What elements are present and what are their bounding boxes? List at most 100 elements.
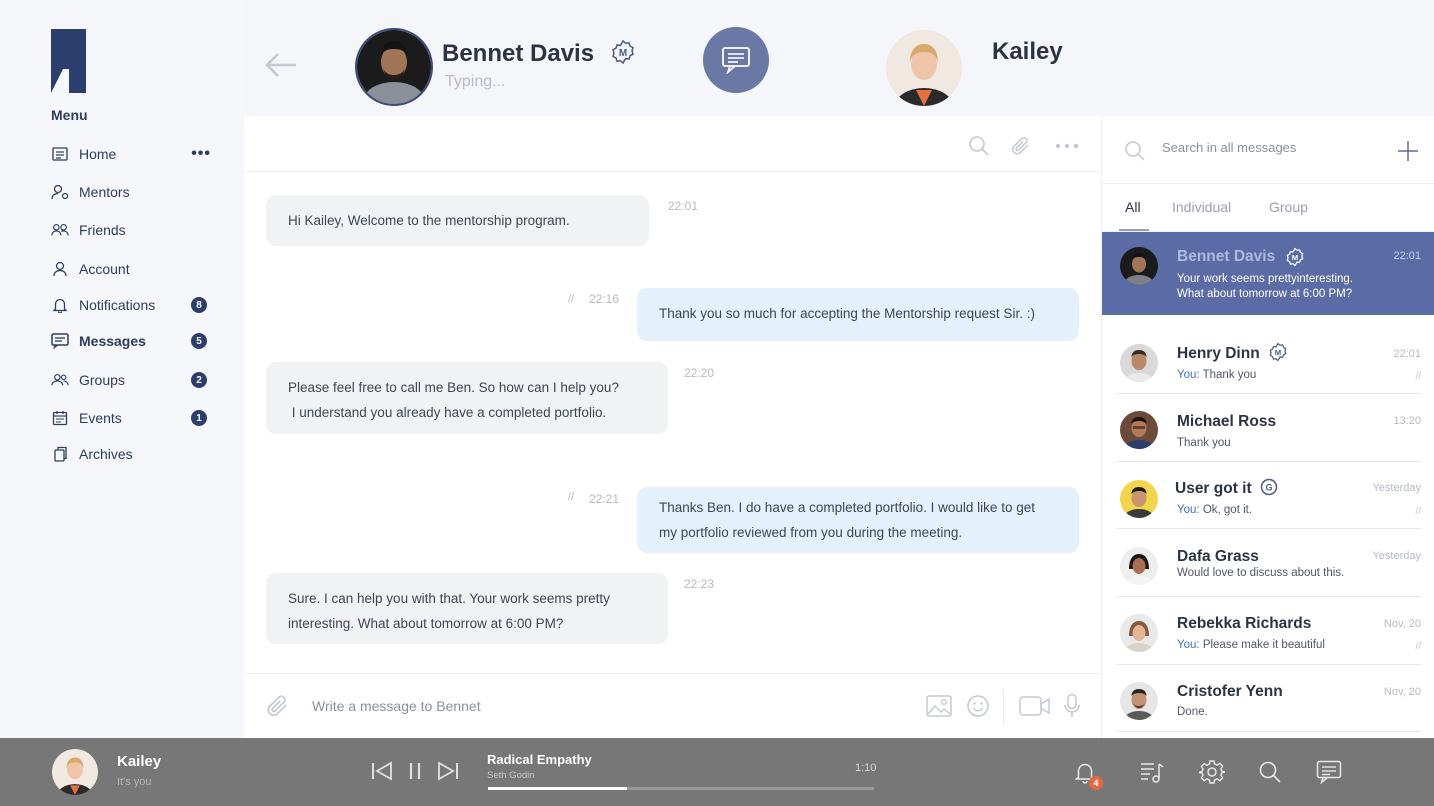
conversation-preview: You: Please make it beautiful [1177,639,1325,651]
my-name: Kailey [992,38,1063,65]
conversation-name: Cristofer Yenn [1177,683,1283,700]
back-arrow-icon[interactable] [264,50,298,80]
sidebar-item-groups[interactable]: Groups 2 [51,366,211,394]
preview-text: Thank you [1202,369,1257,381]
chat-header: Bennet Davis M Typing... Kailey [244,0,1434,116]
avatar [1120,411,1158,449]
you-prefix: You: [1177,639,1200,651]
sidebar-item-messages[interactable]: Messages 5 [51,327,211,355]
tab-group[interactable]: Group [1269,199,1308,215]
image-icon[interactable] [925,692,953,720]
user-avatar[interactable] [52,749,98,795]
pause-icon[interactable] [403,759,427,783]
sidebar-item-label: Messages [79,333,146,349]
search-input[interactable] [1162,140,1362,155]
groups-icon [51,371,69,389]
conversation-preview-line: Your work seems prettyinteresting. [1177,273,1353,285]
message-bubble-incoming[interactable]: Sure. I can help you with that. Your wor… [266,573,668,644]
compose-divider [1003,690,1004,724]
track-elapsed: 1:10 [855,762,877,774]
you-prefix: You: [1177,504,1200,516]
conversation-item[interactable]: Cristofer Yenn Nov, 20 Done. [1102,665,1434,733]
tab-indicator [1119,229,1149,231]
conversation-preview: Would love to discuss about this. [1177,567,1345,579]
app-logo[interactable] [51,29,86,93]
conversation-item[interactable]: Bennet Davis M 22:01 Your work seems pre… [1102,232,1434,315]
settings-gear-icon[interactable] [1198,758,1226,786]
chat-toggle-button[interactable] [703,27,769,93]
attachment-icon[interactable] [264,692,292,720]
conversation-time: 22:01 [1393,250,1421,262]
next-track-icon[interactable] [436,759,460,783]
track-progress-bar[interactable] [488,787,874,790]
tab-all[interactable]: All [1125,199,1141,215]
account-icon [51,260,69,278]
notification-count-badge: 4 [1089,776,1103,790]
avatar [1120,247,1158,285]
you-prefix: You: [1177,369,1200,381]
avatar [1120,344,1158,382]
read-check-icon: // [1415,371,1421,382]
messages-icon [51,332,69,350]
avatar [1120,614,1158,652]
conversation-time: Yesterday [1372,550,1421,562]
notifications-button[interactable]: 4 [1071,758,1103,790]
search-icon[interactable] [1124,140,1146,162]
search-icon[interactable] [967,134,991,158]
sidebar-item-archives[interactable]: Archives [51,440,211,468]
sidebar-item-events[interactable]: Events 1 [51,404,211,432]
sidebar-item-mentors[interactable]: Mentors [51,178,211,206]
player-user-name: Kailey [117,753,162,770]
sidebar-item-label: Events [79,410,122,426]
previous-track-icon[interactable] [370,759,394,783]
more-icon[interactable]: ••• [191,145,211,163]
message-bubble-incoming[interactable]: Please feel free to call me Ben. So how … [266,362,668,434]
microphone-icon[interactable] [1058,692,1086,720]
message-bubble-outgoing[interactable]: Thanks Ben. I do have a completed portfo… [637,487,1079,553]
message-text-line: I understand you already have a complete… [288,405,607,420]
message-bubble-outgoing[interactable]: Thank you so much for accepting the Ment… [637,288,1079,341]
sidebar-item-label: Archives [79,446,133,462]
conversation-name: Bennet Davis [1177,248,1276,265]
read-check-icon: // [1415,506,1421,517]
playlist-icon[interactable] [1138,758,1166,786]
message-input[interactable] [312,694,872,718]
contact-name: Bennet Davis [442,40,595,67]
player-user-subtitle: It's you [117,776,152,788]
attachment-icon[interactable] [1009,134,1033,158]
my-avatar[interactable] [886,30,962,106]
conversation-time: 22:01 [1393,348,1421,360]
svg-text:M: M [1292,253,1298,262]
sidebar-item-notifications[interactable]: Notifications 8 [51,291,211,319]
conversation-item[interactable]: Rebekka Richards Nov, 20 You: Please mak… [1102,597,1434,665]
track-progress-fill [488,787,627,790]
conversation-item[interactable]: User got it G Yesterday You: Ok, got it.… [1102,462,1434,529]
friends-icon [51,221,69,239]
conversation-name: Dafa Grass [1177,548,1259,565]
emoji-icon[interactable] [964,692,992,720]
sidebar-item-home[interactable]: Home ••• [51,140,211,168]
typing-status: Typing... [445,73,506,90]
sidebar-item-account[interactable]: Account [51,255,211,283]
conversation-item[interactable]: Michael Ross 13:20 Thank you [1102,394,1434,462]
calendar-icon [51,409,69,427]
conversation-item[interactable]: Henry Dinn M 22:01 You: Thank you // [1102,331,1434,394]
chat-icon[interactable] [1315,758,1343,786]
conversations-panel: All Individual Group Bennet Davis M 22:0… [1101,116,1434,738]
mentor-badge-icon: M [1269,342,1287,362]
contact-avatar[interactable] [355,28,433,106]
sidebar-item-friends[interactable]: Friends [51,216,211,244]
more-options-icon[interactable] [1055,134,1079,158]
add-icon[interactable] [1397,140,1419,162]
conversation-time: 13:20 [1393,415,1421,427]
tab-individual[interactable]: Individual [1172,199,1231,215]
conversation-time: Nov, 20 [1383,686,1421,698]
search-icon[interactable] [1256,758,1284,786]
message-text-line: Sure. I can help you with that. Your wor… [288,591,610,606]
groups-badge: 2 [191,372,207,388]
conversation-preview-line: What about tomorrow at 6:00 PM? [1177,288,1353,300]
video-call-icon[interactable] [1018,692,1052,720]
sidebar: Menu Home ••• Mentors Friends Account No… [0,0,244,738]
message-bubble-incoming[interactable]: Hi Kailey, Welcome to the mentorship pro… [266,195,649,246]
conversation-item[interactable]: Dafa Grass Yesterday Would love to discu… [1102,529,1434,597]
